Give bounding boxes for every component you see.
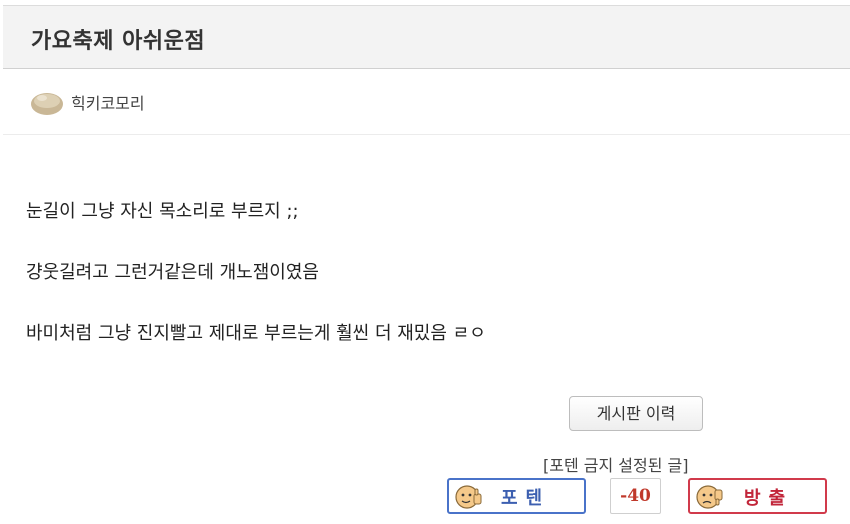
author-name[interactable]: 힉키코모리 xyxy=(71,90,145,114)
title-bar: 가요축제 아쉬운점 xyxy=(3,5,850,69)
poten-vote-button[interactable]: 포텐 xyxy=(447,478,586,514)
content-line: 눈길이 그냥 자신 목소리로 부르지 ;; xyxy=(26,201,299,222)
vote-count: -40 xyxy=(610,478,661,514)
content-line: 바미처럼 그냥 진지빨고 제대로 부르는게 훨씬 더 재밌음 ㄹㅇ xyxy=(26,323,486,344)
poten-label: 포텐 xyxy=(501,488,551,509)
thumbs-down-face-icon xyxy=(696,485,723,509)
banish-label: 방출 xyxy=(744,488,794,509)
avatar[interactable] xyxy=(30,90,64,116)
thumbs-up-face-icon xyxy=(455,485,482,509)
banish-vote-button[interactable]: 방출 xyxy=(688,478,827,514)
post-container: 가요축제 아쉬운점 힉키코모리 눈길이 그냥 자신 목소리로 부르지 ;; 걍웃… xyxy=(3,5,850,524)
board-history-button[interactable]: 게시판 이력 xyxy=(569,396,703,431)
post-title: 가요축제 아쉬운점 xyxy=(31,29,206,54)
content-line: 걍웃길려고 그런거같은데 개노잼이였음 xyxy=(26,262,319,283)
poten-ban-notice: [포텐 금지 설정된 글] xyxy=(543,456,689,475)
author-row: 힉키코모리 xyxy=(3,69,850,135)
